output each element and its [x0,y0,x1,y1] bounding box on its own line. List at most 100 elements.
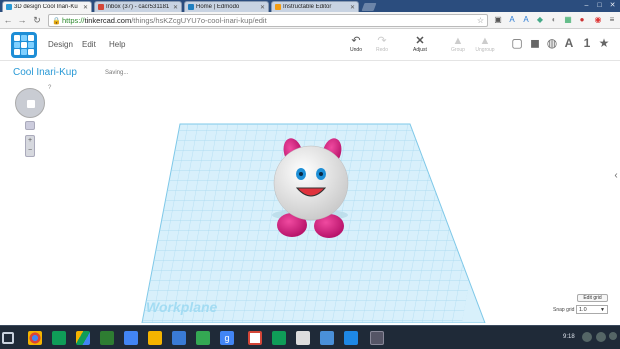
tab-bar: 3D design Cool Inari-Ku ✕ Inbox (37) - c… [0,0,620,12]
edge-icon[interactable] [320,331,334,345]
ungroup-label: Ungroup [475,47,495,53]
tab-gmail[interactable]: Inbox (37) - cacr531181 ✕ [94,1,182,12]
zoom-out-button[interactable]: − [26,146,34,156]
fit-view-button[interactable] [25,121,35,130]
number-shape-icon[interactable]: 1 [581,37,593,49]
download-icon[interactable] [272,331,286,345]
reload-icon[interactable]: ↻ [32,15,42,25]
workplane-label: Workplane [146,299,218,315]
gmail-favicon [98,4,104,10]
tab-title: Inbox (37) - cacr531181 [106,4,170,10]
tab-title: Home | Edmodo [196,4,240,10]
redo-icon: ↷ [377,35,387,47]
close-icon[interactable]: ✕ [83,4,88,11]
right-pupil [319,172,323,176]
edmodo-favicon [188,4,194,10]
classroom-icon[interactable] [100,331,114,345]
close-icon[interactable]: ✕ [173,4,178,11]
tab-tinkercad[interactable]: 3D design Cool Inari-Ku ✕ [2,1,92,12]
undo-label: Undo [350,47,362,53]
adjust-button[interactable]: ✕ Adjust [405,35,435,53]
menu-design[interactable]: Design [48,40,73,49]
extension-icon[interactable]: ▣ [493,15,503,25]
launcher-icon[interactable] [2,332,14,344]
battery-icon[interactable] [596,332,606,342]
snap-grid-value: 1.0 [579,307,587,313]
extension-icon[interactable]: ◉ [593,15,603,25]
url-scheme: https:// [62,16,85,25]
taskbar: g 9:18 [0,325,620,349]
snap-grid-select[interactable]: 1.0 ▼ [576,305,608,314]
tab-edmodo[interactable]: Home | Edmodo ✕ [184,1,269,12]
extension-icon[interactable]: ◆ [535,15,545,25]
address-bar[interactable]: 🔒 https:// tinkercad.com /things/hsKZcgU… [48,14,488,27]
star-shape-icon[interactable]: ★ [598,37,610,49]
sheets-icon[interactable] [52,331,66,345]
tab-title: Instructable Editor [283,4,332,10]
window-close-icon[interactable]: ✕ [609,2,616,9]
tab-title: 3D design Cool Inari-Ku [14,4,78,10]
tinkercad-favicon [6,4,12,10]
wifi-icon[interactable] [582,332,592,342]
menu-edit[interactable]: Edit [82,40,96,49]
text-shape-icon[interactable]: A [563,37,575,49]
home-view-icon[interactable] [27,100,35,108]
edit-grid-button[interactable]: Edit grid [577,294,608,302]
group-button[interactable]: ▲ Group [443,35,473,53]
app-header: Design Edit Help ↶ Undo ↷ Redo ✕ Adjust … [0,29,620,61]
account-icon[interactable] [609,332,617,340]
bookmark-star-icon[interactable]: ☆ [477,16,484,25]
font-a-small-icon[interactable]: A [521,15,531,25]
instructables-favicon [275,4,281,10]
extension-icon[interactable]: ● [577,15,587,25]
redo-button[interactable]: ↷ Redo [367,35,397,53]
zoom-control[interactable]: + − [25,135,35,157]
slides-icon[interactable] [148,331,162,345]
model-body [273,145,349,221]
play-store-icon[interactable] [172,331,186,345]
solid-box-icon[interactable]: ◼ [529,37,541,49]
group-label: Group [451,47,465,53]
new-tab-button[interactable] [361,3,377,11]
close-icon[interactable]: ✕ [350,4,355,11]
help-icon[interactable]: ? [48,85,51,91]
font-a-icon[interactable]: A [507,15,517,25]
shading-icon[interactable]: ◍ [546,37,558,49]
close-icon[interactable]: ✕ [260,4,265,11]
maximize-icon[interactable]: □ [596,2,603,9]
clock[interactable]: 9:18 [563,334,575,340]
view-navigator[interactable] [15,88,45,118]
adjust-label: Adjust [413,47,427,53]
menu-help[interactable]: Help [109,40,125,49]
group-icon: ▲ [452,35,464,47]
workplane-canvas[interactable]: Workplane [0,61,620,323]
tab-instructables[interactable]: Instructable Editor ✕ [271,1,359,12]
crop-icon[interactable] [296,331,310,345]
url-host: tinkercad.com [84,16,132,25]
forward-icon[interactable]: → [17,15,27,25]
wireframe-box-icon[interactable]: ▢ [511,37,523,49]
app-icon[interactable] [370,331,384,345]
chrome-icon[interactable] [28,331,42,345]
extension-icon[interactable]: ◐ [549,15,559,25]
snap-grid-label: Snap grid [553,307,575,313]
shapes-panel-toggle[interactable]: ‹ [612,170,620,190]
docs-icon[interactable] [124,331,138,345]
drive-icon[interactable] [76,331,90,345]
save-status: Saving... [105,70,129,76]
minimize-icon[interactable]: – [583,2,590,9]
browser-window: { "browser": { "tabs": [ {"title": "3D d… [0,0,620,349]
menu-icon[interactable]: ≡ [607,15,617,25]
tinkercad-logo[interactable] [11,32,37,58]
photo-icon[interactable] [344,331,358,345]
adjust-icon: ✕ [415,35,425,47]
lock-icon: 🔒 [52,18,61,25]
project-title[interactable]: Cool Inari-Kup [13,67,77,78]
search-icon[interactable]: g [220,331,234,345]
zoom-in-button[interactable]: + [26,136,34,146]
extension-icon[interactable]: ▦ [563,15,573,25]
ungroup-button[interactable]: ▲ Ungroup [470,35,500,53]
back-icon[interactable]: ← [3,15,13,25]
maps-icon[interactable] [196,331,210,345]
gmail-icon[interactable] [248,331,262,345]
